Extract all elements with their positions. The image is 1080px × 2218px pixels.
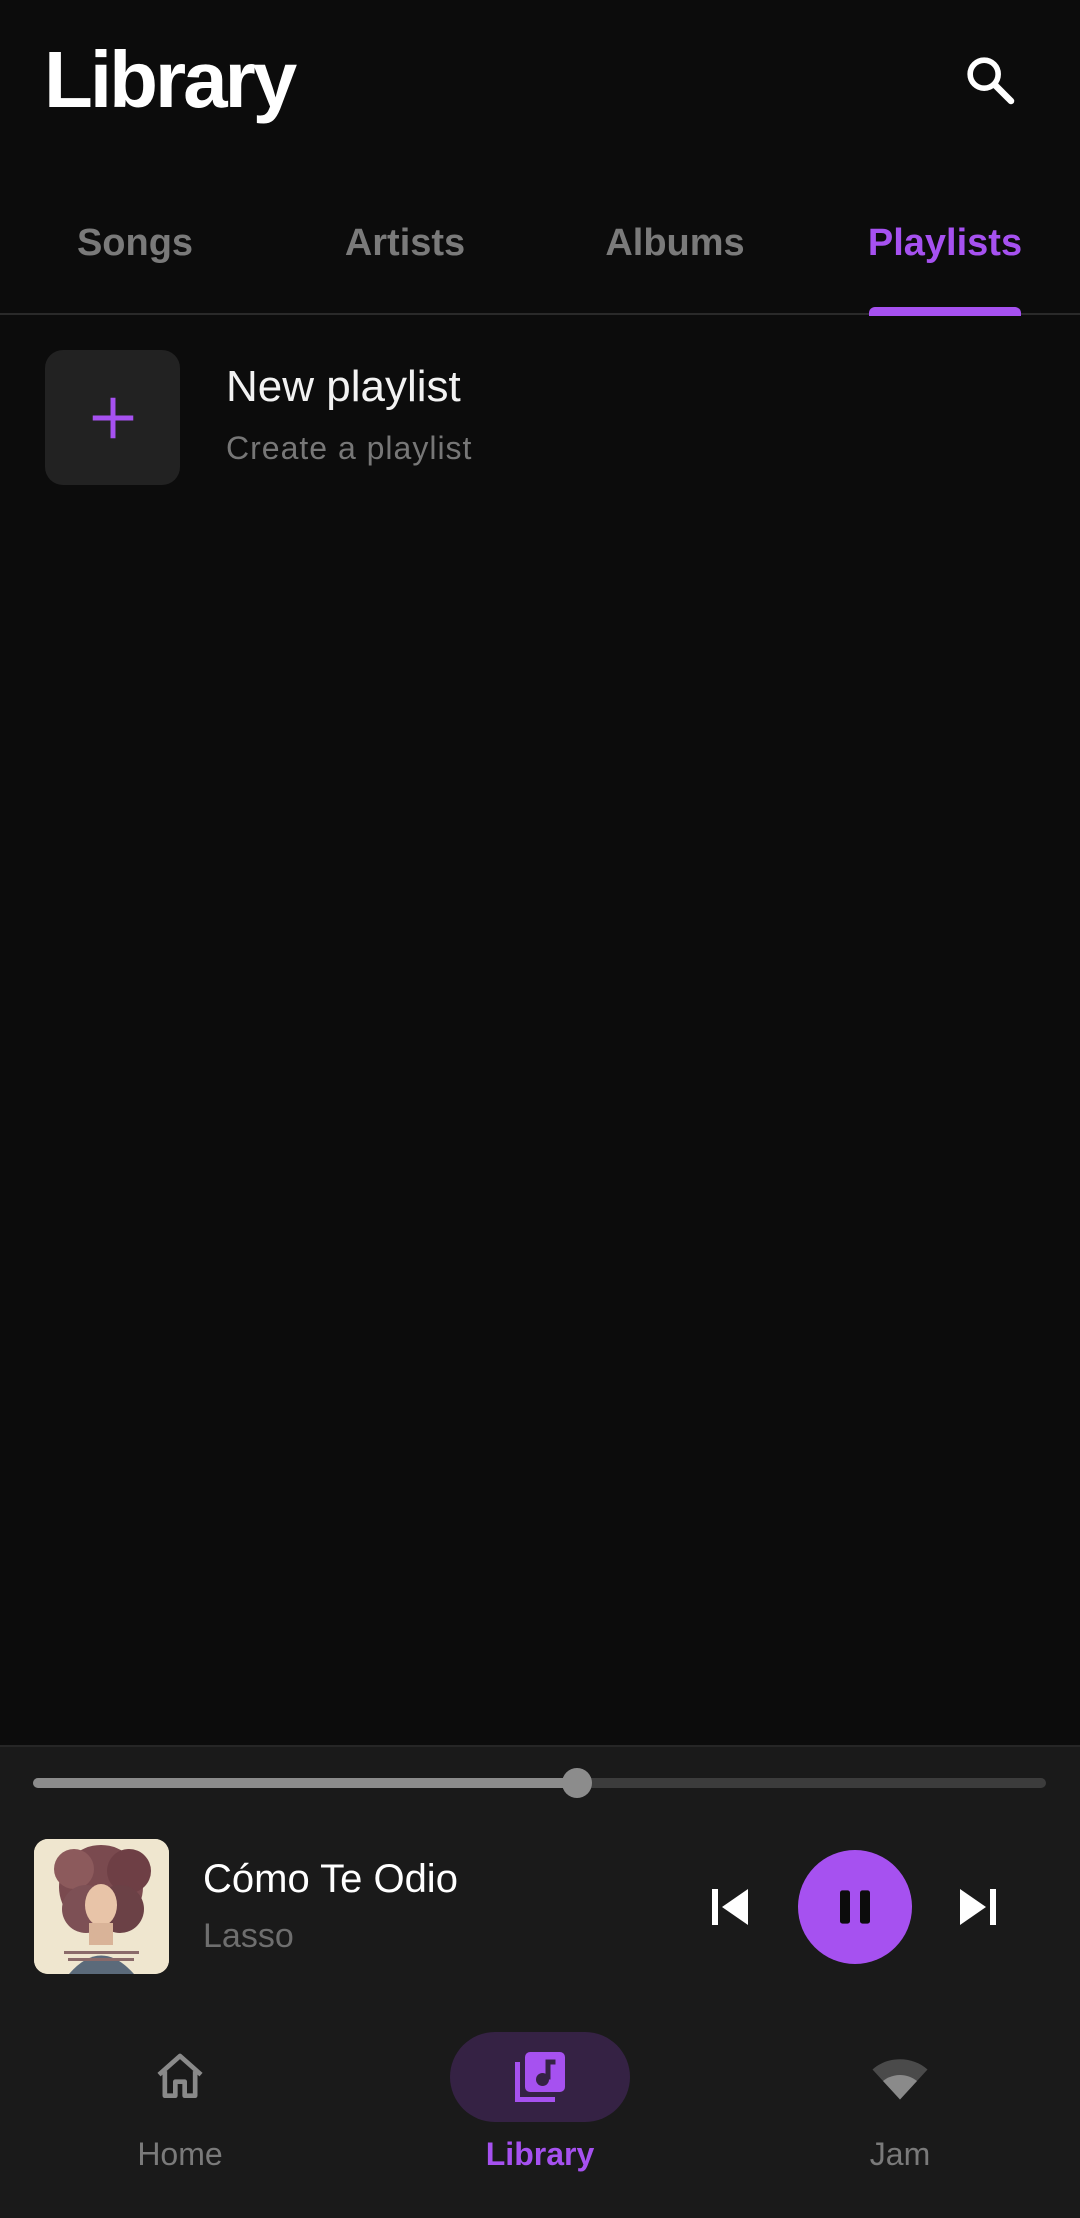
wifi-icon [872,2059,928,2100]
new-playlist-title: New playlist [226,362,461,411]
progress-bar[interactable] [33,1768,1046,1798]
nav-library[interactable]: Library [360,2032,720,2202]
pause-button[interactable] [798,1850,912,1964]
tab-bar: Songs Artists Albums Playlists [0,200,1080,316]
nav-pill [810,2032,990,2122]
nav-label: Home [137,2136,223,2172]
track-title: Cómo Te Odio [203,1857,458,1901]
nav-pill [90,2032,270,2122]
tab-label: Playlists [867,222,1023,264]
nav-label: Jam [869,2136,931,2172]
skip-next-icon [960,1889,996,1925]
nav-label: Library [485,2136,595,2172]
home-icon [157,2053,203,2098]
nav-home[interactable]: Home [0,2032,360,2202]
tab-albums[interactable]: Albums [540,200,810,313]
new-playlist-item[interactable]: New playlist Create a playlist [0,340,1080,490]
bottom-navigation: Home Library Jam [0,2010,1080,2218]
album-art[interactable] [34,1839,169,1974]
previous-button[interactable] [690,1867,770,1947]
next-button[interactable] [938,1867,1018,1947]
track-artist: Lasso [203,1917,294,1955]
progress-fill [33,1778,577,1788]
album-cover-image [34,1839,169,1974]
nav-jam[interactable]: Jam [720,2032,1080,2202]
active-tab-indicator [869,307,1021,316]
tab-label: Songs [76,222,194,264]
tab-label: Albums [605,222,745,264]
nav-pill-active [450,2032,630,2122]
app: Library Songs Artists Albums Playlists N… [0,0,1080,2218]
skip-previous-icon [712,1889,748,1925]
search-button[interactable] [950,40,1030,120]
header: Library [0,0,1080,170]
new-playlist-subtitle: Create a playlist [226,430,473,466]
tab-songs[interactable]: Songs [0,200,270,313]
tab-label: Artists [344,222,466,264]
tab-artists[interactable]: Artists [270,200,540,313]
progress-thumb[interactable] [561,1768,592,1798]
page-title: Library [44,35,297,124]
new-playlist-tile [45,350,180,485]
search-icon [967,57,1015,105]
tab-playlists[interactable]: Playlists [810,200,1080,316]
pause-icon [840,1890,870,1924]
library-music-icon [515,2052,565,2102]
plus-icon [92,397,133,438]
